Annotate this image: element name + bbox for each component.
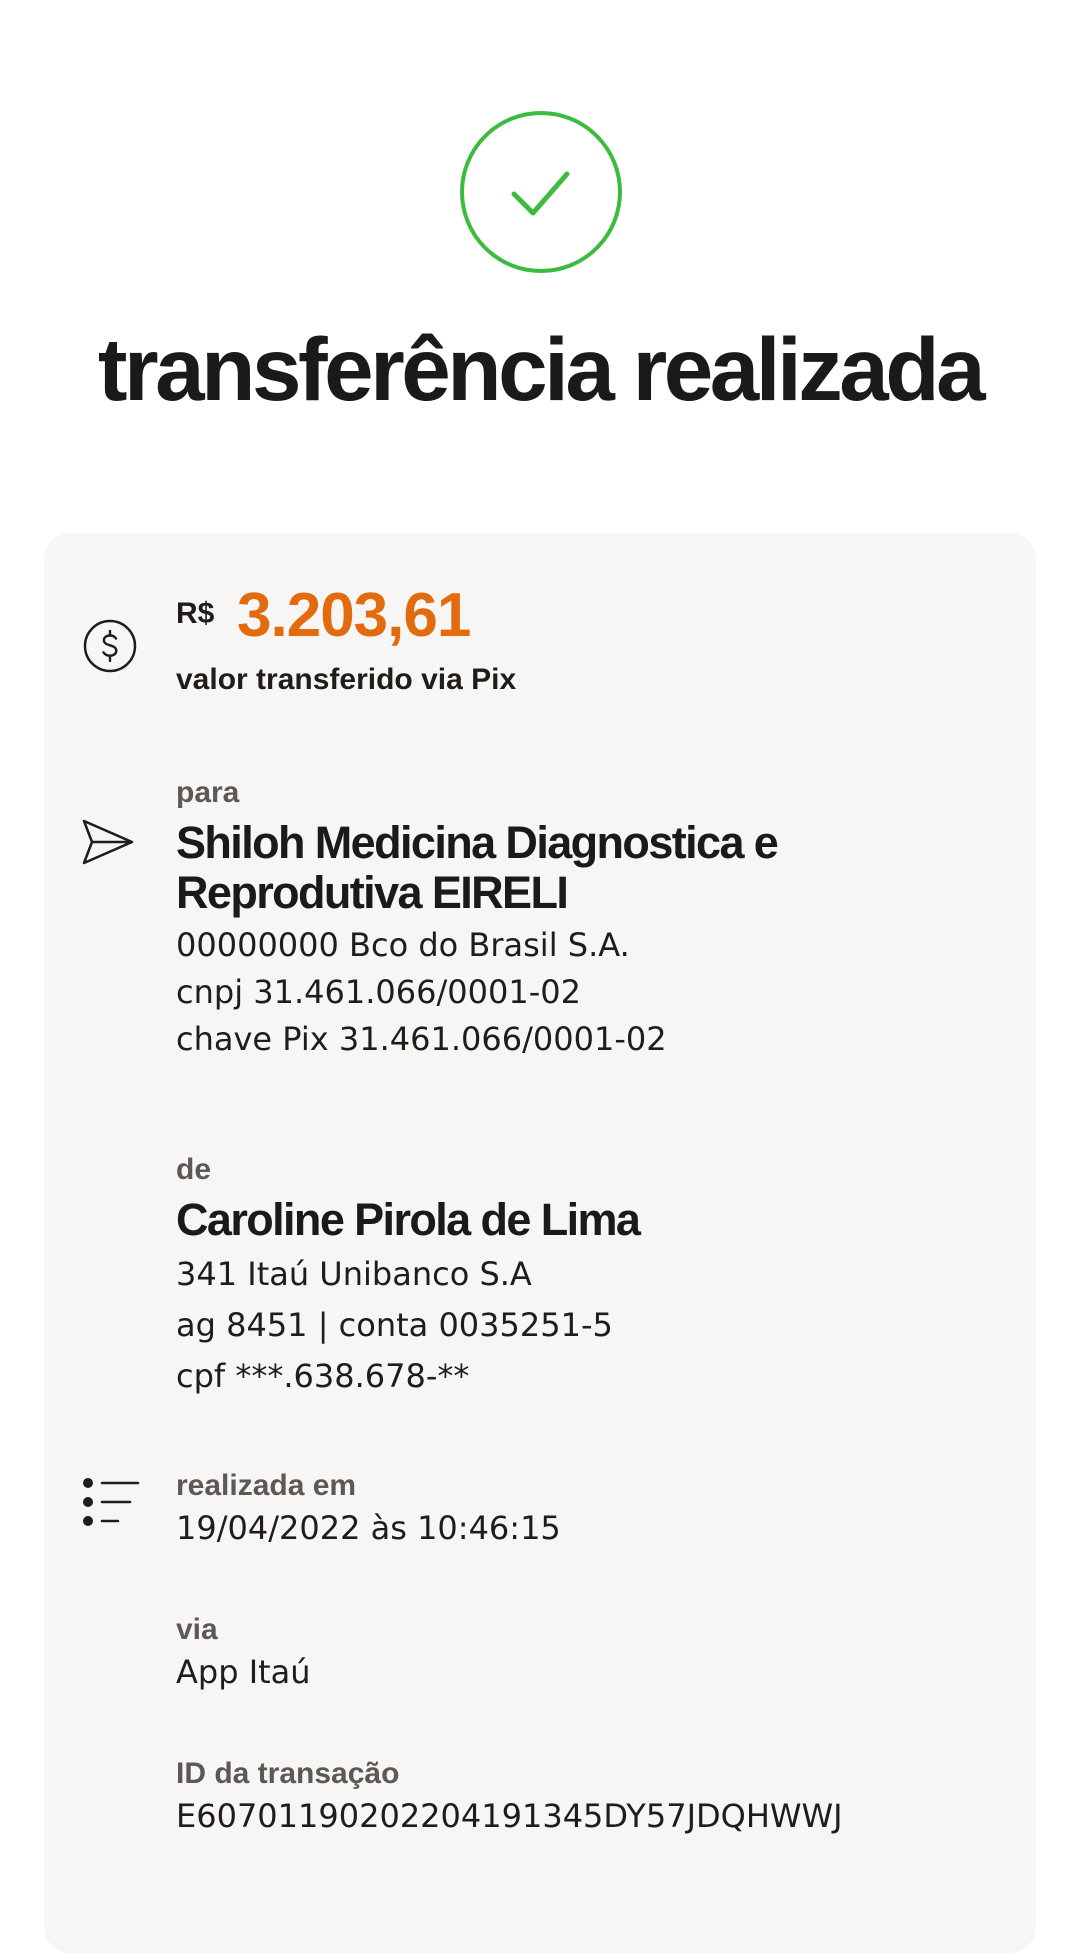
sender-bank: 341 Itaú Unibanco S.A [176,1255,532,1293]
sender-document: cpf ***.638.678-** [176,1357,470,1395]
recipient-name: Shiloh Medicina Diagnostica e Reprodutiv… [176,817,779,918]
page-title: transferência realizada [97,319,986,419]
recipient-document: cnpj 31.461.066/0001-02 [176,973,581,1011]
amount-caption: valor transferido via Pix [176,663,517,696]
check-circle-icon [460,111,622,273]
recipient-label: para [176,776,240,809]
list-icon [83,1478,140,1526]
sender-label: de [176,1153,212,1186]
transaction-id-value: E60701190202204191345DY57JDQHWWJ [176,1797,843,1835]
sender-account: ag 8451 | conta 0035251-5 [176,1306,613,1344]
date-value: 19/04/2022 às 10:46:15 [176,1509,561,1547]
channel-value: App Itaú [176,1653,311,1691]
date-label: realizada em [176,1469,357,1502]
recipient-pix-key: chave Pix 31.461.066/0001-02 [176,1020,667,1058]
send-icon [82,819,134,865]
receipt-card: R$ 3.203,61 valor transferido via Pix pa… [44,533,1036,1953]
transfer-amount: 3.203,61 [237,581,471,650]
currency-symbol: R$ [176,597,215,630]
transaction-id-label: ID da transação [176,1757,400,1790]
recipient-bank: 00000000 Bco do Brasil S.A. [176,926,630,964]
channel-label: via [176,1613,218,1646]
dollar-circle-icon [83,619,137,673]
sender-name: Caroline Pirola de Lima [176,1194,641,1245]
